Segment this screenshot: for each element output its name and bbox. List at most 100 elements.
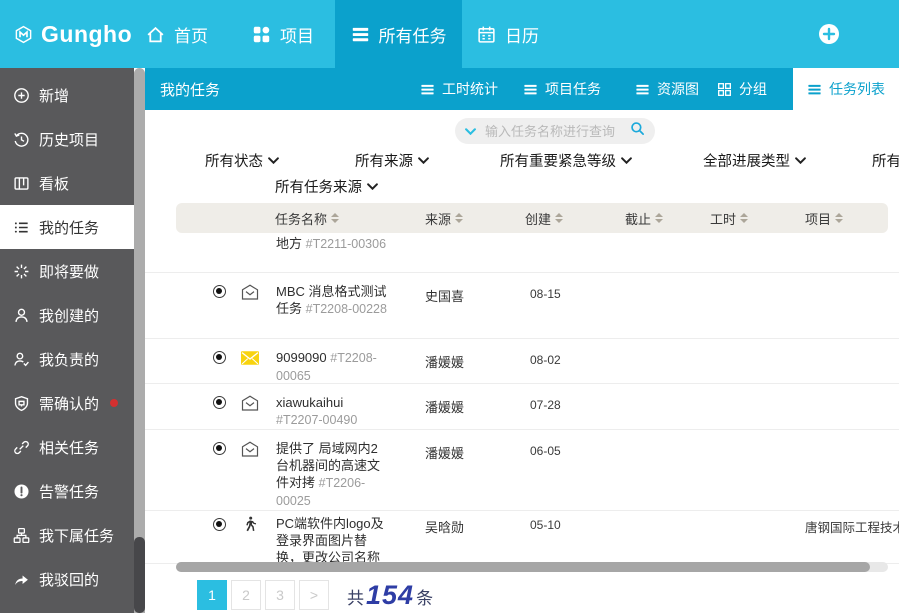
sidebar-item-new[interactable]: 新增 — [0, 73, 134, 117]
table-row[interactable]: 提供了 局域网内2台机器间的高速文件对拷 #T2206-00025 潘媛媛 06… — [145, 430, 899, 511]
column-header-due[interactable]: 截止 — [625, 203, 663, 233]
sidebar-item-created-by-me[interactable]: 我创建的 — [0, 293, 134, 337]
page-button-2[interactable]: 2 — [231, 580, 261, 610]
page-button-1[interactable]: 1 — [197, 580, 227, 610]
sort-icon[interactable] — [331, 213, 339, 223]
total-prefix: 共 — [347, 584, 364, 609]
task-name-link[interactable]: PC端软件内logo及登录界面图片替换，更改公司名称 — [276, 515, 390, 564]
table-row[interactable]: 地方 #T2211-00306 — [145, 233, 899, 273]
sort-icon[interactable] — [740, 213, 748, 223]
filter-source-dropdown[interactable]: 所有来源 — [355, 150, 429, 171]
add-button[interactable] — [818, 23, 840, 45]
chevron-down-icon[interactable] — [465, 128, 476, 135]
task-name-link[interactable]: xiawukaihui #T2207-00490 — [276, 394, 390, 429]
task-list-icon — [13, 219, 30, 236]
sidebar-scrollbar[interactable] — [134, 68, 145, 613]
chevron-down-icon — [367, 183, 378, 190]
task-source: 潘媛媛 — [425, 443, 464, 462]
filter-label: 所有状态 — [205, 150, 263, 171]
sort-icon[interactable] — [455, 213, 463, 223]
filter-task-source-dropdown[interactable]: 所有任务来源 — [275, 176, 378, 197]
topnav-item-all-tasks[interactable]: 所有任务 — [335, 0, 462, 68]
total-number: 154 — [366, 580, 414, 611]
sidebar-item-needs-confirmation[interactable]: 需确认的 — [0, 381, 134, 425]
radio-button[interactable] — [213, 351, 226, 364]
radio-button[interactable] — [213, 518, 226, 531]
column-header-source[interactable]: 来源 — [425, 203, 463, 233]
task-id: #T2207-00490 — [276, 413, 357, 427]
task-name: xiawukaihui — [276, 395, 343, 410]
task-name-link[interactable]: MBC 消息格式测试任务 #T2208-00228 — [276, 283, 390, 318]
tab-hours-stats[interactable]: 工时统计 — [420, 68, 498, 110]
task-list-icon — [351, 25, 370, 44]
task-id: #T2211-00306 — [306, 237, 386, 251]
filter-progress-type-dropdown[interactable]: 全部进展类型 — [703, 150, 806, 171]
envelope-yellow-icon — [241, 350, 259, 366]
tab-grouping[interactable]: 分组 — [717, 68, 767, 110]
column-label: 截止 — [625, 209, 651, 228]
tab-label: 分组 — [739, 79, 767, 99]
topnav-item-home[interactable]: 首页 — [146, 0, 208, 68]
plus-circle-icon — [818, 33, 840, 48]
tab-task-list[interactable]: 任务列表 — [793, 68, 899, 110]
sidebar-scrollbar-thumb[interactable] — [134, 537, 145, 613]
page-button-3[interactable]: 3 — [265, 580, 295, 610]
tab-label: 任务列表 — [829, 79, 885, 99]
list-icon — [635, 82, 650, 97]
column-header-hours[interactable]: 工时 — [710, 203, 748, 233]
table-row[interactable]: PC端软件内logo及登录界面图片替换，更改公司名称 吴晗勋 05-10 唐钢国… — [145, 511, 899, 564]
table-row[interactable]: 9099090 #T2208-00065 潘媛媛 08-02 — [145, 339, 899, 384]
sidebar-item-subordinate-tasks[interactable]: 我下属任务 — [0, 513, 134, 557]
task-name: 9099090 — [276, 350, 327, 365]
next-page-button[interactable]: > — [299, 580, 329, 610]
alert-icon — [13, 483, 30, 500]
sidebar-item-alert-tasks[interactable]: 告警任务 — [0, 469, 134, 513]
app-window: Gungho 首页 项目 所有任务 日历 — [0, 0, 899, 613]
sidebar-item-upcoming[interactable]: 即将要做 — [0, 249, 134, 293]
app-logo[interactable]: Gungho — [14, 0, 132, 68]
table-row[interactable]: MBC 消息格式测试任务 #T2208-00228 史国喜 08-15 — [145, 273, 899, 339]
sidebar-item-label: 历史项目 — [39, 129, 99, 150]
column-label: 工时 — [710, 209, 736, 228]
column-header-created[interactable]: 创建 — [525, 203, 563, 233]
sidebar-item-label: 我驳回的 — [39, 569, 99, 590]
task-project: 唐钢国际工程技术有 — [805, 517, 899, 536]
topnav-item-calendar[interactable]: 日历 — [477, 0, 539, 68]
filter-clipped-dropdown[interactable]: 所有 — [872, 150, 899, 171]
search-input[interactable] — [483, 123, 623, 140]
chevron-down-icon — [418, 157, 429, 164]
sidebar-item-history-projects[interactable]: 历史项目 — [0, 117, 134, 161]
search-bar — [455, 118, 655, 144]
tab-project-tasks[interactable]: 项目任务 — [523, 68, 601, 110]
radio-button[interactable] — [213, 396, 226, 409]
sidebar-item-my-tasks[interactable]: 我的任务 — [0, 205, 134, 249]
sort-icon[interactable] — [655, 213, 663, 223]
sidebar-item-label: 我下属任务 — [39, 525, 114, 546]
search-icon[interactable] — [630, 121, 645, 141]
filter-priority-dropdown[interactable]: 所有重要紧急等级 — [500, 150, 632, 171]
radio-button[interactable] — [213, 285, 226, 298]
radio-button[interactable] — [213, 442, 226, 455]
table-row[interactable]: xiawukaihui #T2207-00490 潘媛媛 07-28 — [145, 384, 899, 430]
sidebar-item-rejected-by-me[interactable]: 我驳回的 — [0, 557, 134, 601]
horizontal-scrollbar[interactable] — [176, 562, 888, 572]
tab-resource-map[interactable]: 资源图 — [635, 68, 699, 110]
filter-status-dropdown[interactable]: 所有状态 — [205, 150, 279, 171]
gungho-logo-icon — [14, 25, 33, 44]
sidebar-item-related-tasks[interactable]: 相关任务 — [0, 425, 134, 469]
sort-icon[interactable] — [555, 213, 563, 223]
notification-dot — [110, 399, 118, 407]
calendar-icon — [477, 25, 496, 44]
column-header-project[interactable]: 项目 — [805, 203, 843, 233]
sort-icon[interactable] — [835, 213, 843, 223]
sidebar-item-owned-by-me[interactable]: 我负责的 — [0, 337, 134, 381]
sidebar-item-label: 新增 — [39, 85, 69, 106]
sidebar-item-board[interactable]: 看板 — [0, 161, 134, 205]
task-name-link[interactable]: 地方 #T2211-00306 — [276, 235, 390, 253]
task-name-link[interactable]: 提供了 局域网内2台机器间的高速文件对拷 #T2206-00025 — [276, 440, 390, 510]
horizontal-scrollbar-thumb[interactable] — [176, 562, 870, 572]
task-name-link[interactable]: 9099090 #T2208-00065 — [276, 349, 390, 384]
column-header-task-name[interactable]: 任务名称 — [275, 203, 339, 233]
task-created-date: 05-10 — [530, 518, 561, 532]
topnav-item-projects[interactable]: 项目 — [252, 0, 314, 68]
